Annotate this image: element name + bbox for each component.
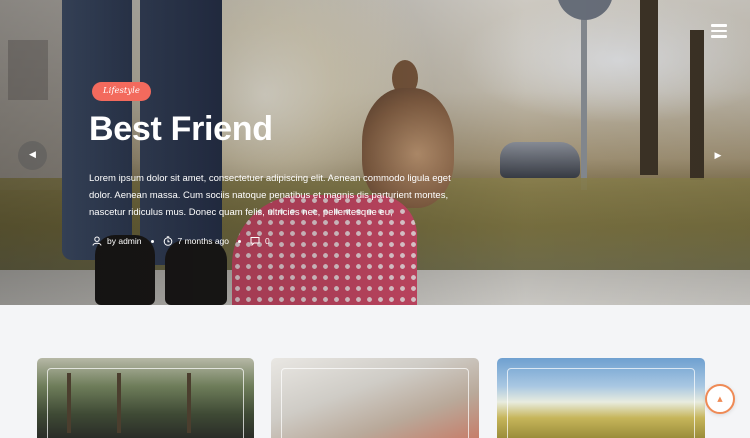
post-excerpt: Lorem ipsum dolor sit amet, consectetuer…: [89, 173, 451, 218]
slider-next-button[interactable]: ▶: [710, 148, 726, 164]
user-icon: [92, 236, 102, 246]
arrow-left-icon: ◀: [29, 150, 36, 160]
meta-separator: [238, 239, 242, 243]
post-title[interactable]: Best Friend: [89, 106, 273, 152]
author-link[interactable]: by admin: [107, 236, 142, 246]
arrow-up-icon: ▲: [717, 395, 723, 403]
post-card-thumbnail[interactable]: [271, 358, 479, 438]
post-card-thumbnail[interactable]: [37, 358, 254, 438]
comment-icon: [250, 237, 260, 246]
slider-prev-button[interactable]: ◀: [18, 141, 47, 170]
hero-overlay: [0, 0, 750, 305]
card-frame: [281, 368, 469, 438]
card-frame: [47, 368, 244, 438]
card-frame: [507, 368, 695, 438]
meta-separator: [150, 239, 154, 243]
category-badge[interactable]: Lifestyle: [92, 82, 151, 101]
post-card-thumbnail[interactable]: [497, 358, 705, 438]
hamburger-menu-icon[interactable]: [711, 24, 727, 38]
clock-icon: [163, 236, 172, 246]
comments-count[interactable]: 0: [265, 236, 270, 246]
hero-slider: ◀ ▶ Lifestyle Best Friend Lorem ipsum do…: [0, 0, 750, 305]
arrow-right-icon: ▶: [714, 151, 722, 161]
scroll-to-top-button[interactable]: ▲: [705, 384, 735, 414]
post-date: 7 months ago: [177, 236, 230, 246]
post-meta: by admin 7 months ago 0: [92, 234, 270, 248]
